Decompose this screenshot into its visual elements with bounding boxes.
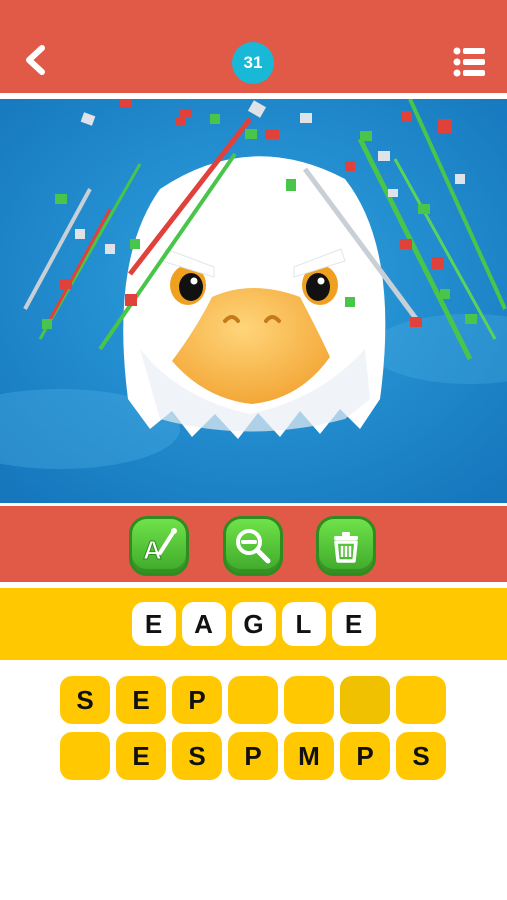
chevron-left-icon	[26, 45, 45, 75]
letter-key[interactable]	[396, 676, 446, 724]
letter-key[interactable]	[340, 676, 390, 724]
letter-key[interactable]: S	[172, 732, 222, 780]
remove-letters-button[interactable]	[316, 516, 376, 576]
list-icon	[453, 47, 485, 77]
back-button[interactable]	[18, 42, 54, 78]
answer-slot[interactable]: E	[331, 602, 376, 646]
letter-key[interactable]	[228, 676, 278, 724]
letter-key[interactable]: S	[396, 732, 446, 780]
letter-key[interactable]: P	[228, 732, 278, 780]
zoom-out-icon	[236, 529, 271, 564]
puzzle-image	[0, 99, 507, 503]
letter-key[interactable]: P	[340, 732, 390, 780]
level-badge: 31	[232, 42, 274, 84]
menu-button[interactable]	[453, 46, 487, 78]
level-number: 31	[243, 53, 263, 72]
trash-can-icon	[334, 532, 358, 563]
letter-key[interactable]: M	[284, 732, 334, 780]
letter-hint-icon: A	[143, 528, 177, 566]
answer-slot[interactable]: E	[131, 602, 176, 646]
hint-letter-button[interactable]: A	[129, 516, 189, 576]
answer-slot[interactable]: L	[281, 602, 326, 646]
powerup-toolbar: A	[0, 503, 507, 585]
letter-key[interactable]: S	[60, 676, 110, 724]
top-bar: 31	[0, 0, 507, 96]
letter-keyboard: S E P E S P M P S	[60, 676, 450, 780]
eagle-emoji-icon	[0, 99, 507, 503]
answer-slot[interactable]: A	[181, 602, 226, 646]
letter-key[interactable]: E	[116, 676, 166, 724]
letter-key[interactable]: E	[116, 732, 166, 780]
letter-key[interactable]	[60, 732, 110, 780]
letter-key[interactable]: P	[172, 676, 222, 724]
zoom-out-button[interactable]	[223, 516, 283, 576]
letter-key[interactable]	[284, 676, 334, 724]
svg-text:A: A	[143, 535, 162, 565]
answer-slot[interactable]: G	[231, 602, 276, 646]
answer-strip: E A G L E	[0, 588, 507, 660]
